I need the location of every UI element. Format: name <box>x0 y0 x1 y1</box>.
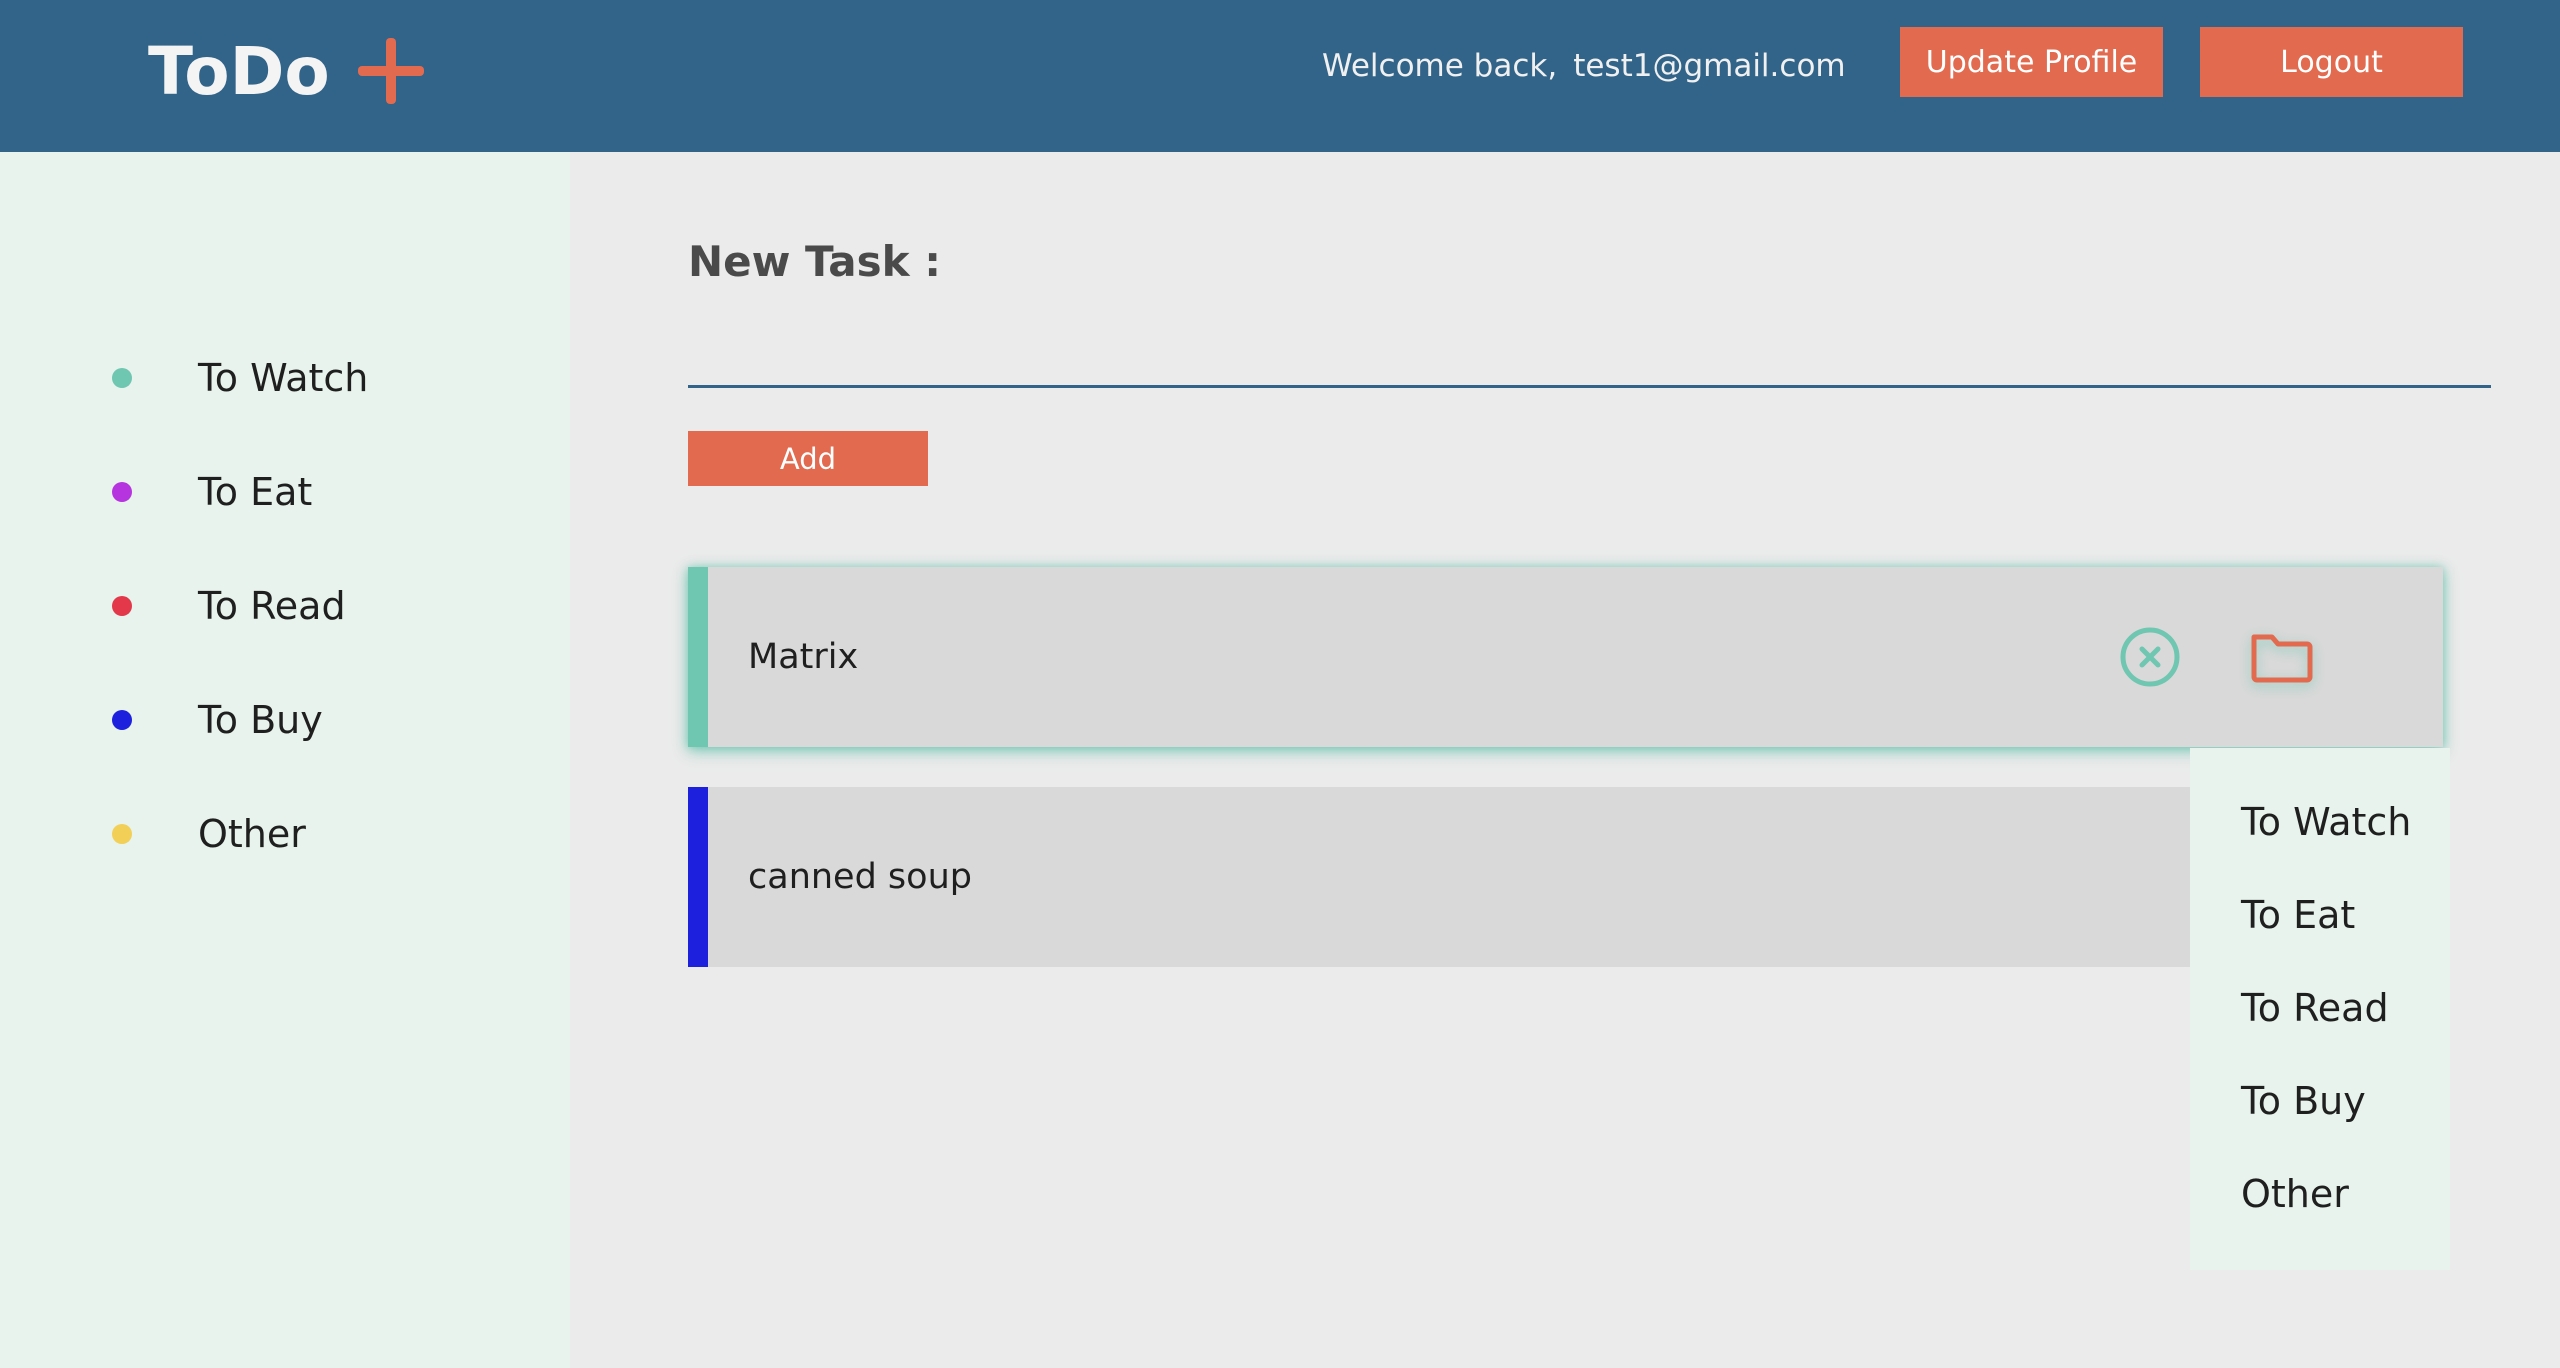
category-dot-icon <box>112 596 132 616</box>
dropdown-item-to-watch[interactable]: To Watch <box>2241 794 2411 850</box>
folder-icon[interactable] <box>2248 627 2314 687</box>
top-navbar: ToDo Welcome back, test1@gmail.com Update… <box>0 0 2560 152</box>
welcome-message: Welcome back, test1@gmail.com <box>1322 44 1846 88</box>
dropdown-item-to-buy[interactable]: To Buy <box>2241 1073 2366 1129</box>
dropdown-item-to-read[interactable]: To Read <box>2241 980 2389 1036</box>
user-email: test1@gmail.com <box>1573 48 1846 84</box>
category-dot-icon <box>112 482 132 502</box>
task-category-stripe <box>688 567 708 747</box>
sidebar-item-label: To Buy <box>198 698 323 742</box>
sidebar-item-label: To Watch <box>198 356 369 400</box>
sidebar-item-label: To Read <box>198 584 346 628</box>
category-dot-icon <box>112 710 132 730</box>
category-dot-icon <box>112 824 132 844</box>
task-text: Matrix <box>748 637 859 677</box>
plus-icon[interactable] <box>358 38 424 104</box>
sidebar-item-to-buy[interactable]: To Buy <box>112 690 323 750</box>
app-logo[interactable]: ToDo <box>148 30 330 114</box>
new-task-heading: New Task : <box>688 237 941 286</box>
sidebar-item-other[interactable]: Other <box>112 804 306 864</box>
task-card[interactable]: Matrix <box>688 567 2443 747</box>
new-task-input[interactable] <box>688 320 2491 388</box>
sidebar-item-label: To Eat <box>198 470 313 514</box>
add-task-button[interactable]: Add <box>688 431 928 486</box>
update-profile-button[interactable]: Update Profile <box>1900 27 2163 97</box>
sidebar-item-to-eat[interactable]: To Eat <box>112 462 312 522</box>
category-dot-icon <box>112 368 132 388</box>
sidebar-item-to-read[interactable]: To Read <box>112 576 346 636</box>
task-text: canned soup <box>748 857 972 897</box>
dropdown-item-other[interactable]: Other <box>2241 1166 2349 1222</box>
sidebar-item-label: Other <box>198 812 306 856</box>
logout-button[interactable]: Logout <box>2200 27 2463 97</box>
sidebar-item-to-watch[interactable]: To Watch <box>112 348 368 408</box>
category-sidebar: To Watch To Eat To Read To Buy Other <box>0 152 570 1368</box>
category-dropdown-menu: To Watch To Eat To Read To Buy Other <box>2190 748 2450 1270</box>
welcome-text: Welcome back, <box>1322 48 1558 84</box>
task-card[interactable]: canned soup <box>688 787 2443 967</box>
dropdown-item-to-eat[interactable]: To Eat <box>2241 887 2355 943</box>
close-circle-icon[interactable] <box>2120 627 2180 687</box>
task-category-stripe <box>688 787 708 967</box>
